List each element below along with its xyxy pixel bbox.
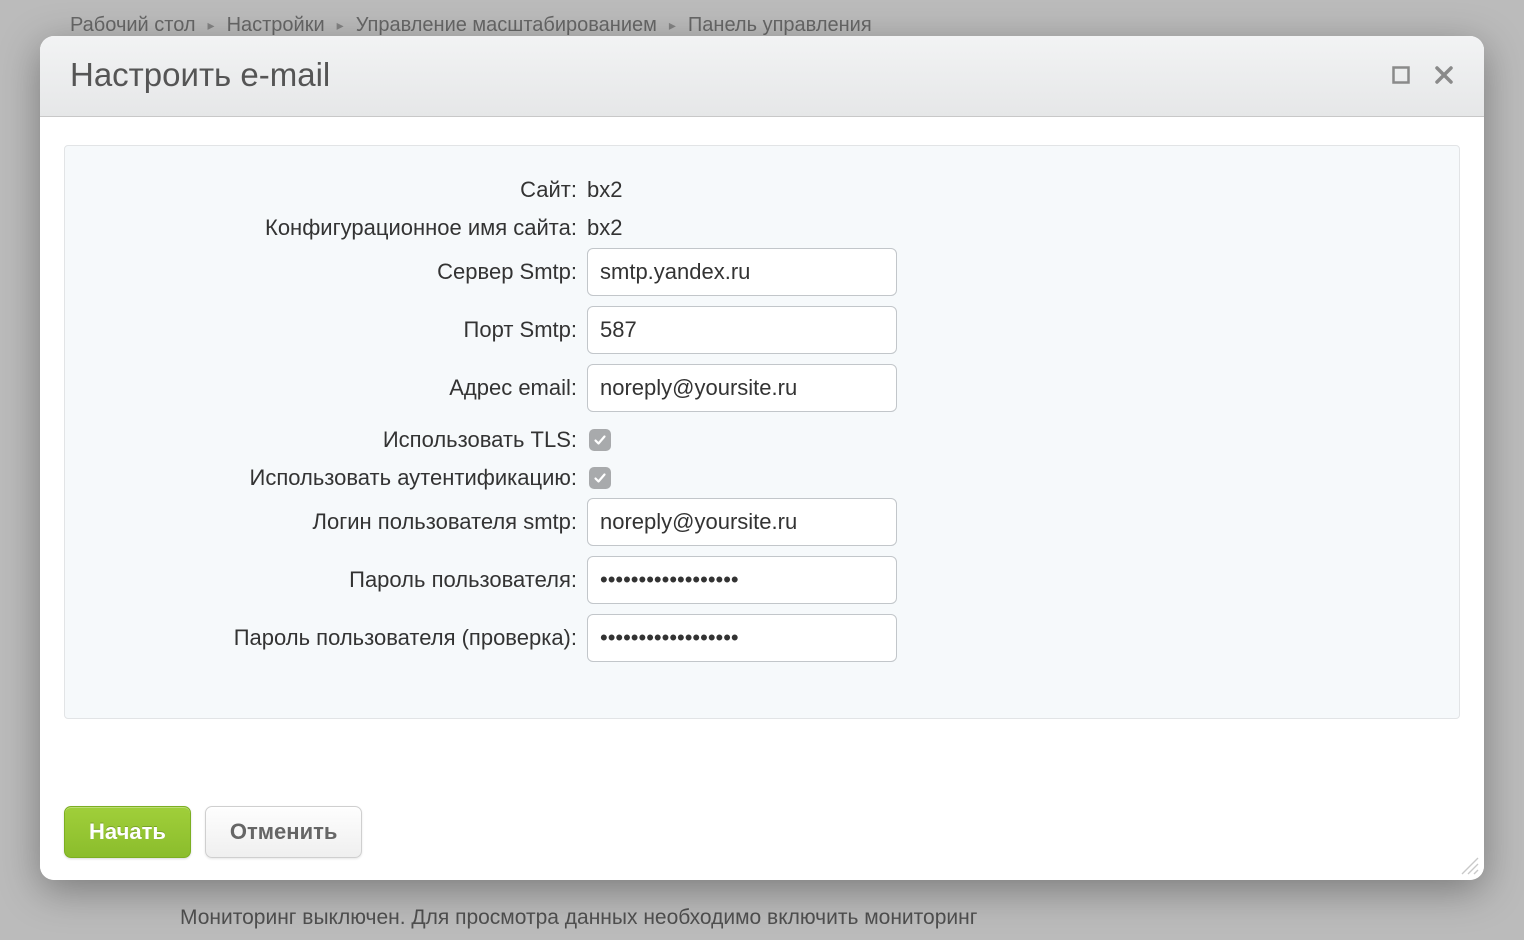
- label-site: Сайт:: [89, 176, 587, 205]
- password-input[interactable]: [587, 556, 897, 604]
- label-smtp-login: Логин пользователя smtp:: [89, 508, 587, 537]
- modal-window-controls: [1392, 65, 1454, 85]
- row-password-confirm: Пароль пользователя (проверка):: [89, 614, 1435, 662]
- cancel-button[interactable]: Отменить: [205, 806, 363, 858]
- row-smtp-server: Сервер Smtp:: [89, 248, 1435, 296]
- maximize-icon[interactable]: [1392, 66, 1410, 84]
- value-site: bx2: [587, 177, 622, 203]
- modal-header: Настроить e-mail: [40, 36, 1484, 117]
- smtp-server-input[interactable]: [587, 248, 897, 296]
- label-use-tls: Использовать TLS:: [89, 426, 587, 455]
- label-password-confirm: Пароль пользователя (проверка):: [89, 624, 587, 653]
- row-password: Пароль пользователя:: [89, 556, 1435, 604]
- password-confirm-input[interactable]: [587, 614, 897, 662]
- row-site: Сайт: bx2: [89, 172, 1435, 208]
- label-email: Адрес email:: [89, 374, 587, 403]
- email-input[interactable]: [587, 364, 897, 412]
- modal-title: Настроить e-mail: [70, 56, 330, 94]
- row-use-auth: Использовать аутентификацию:: [89, 460, 1435, 496]
- label-smtp-port: Порт Smtp:: [89, 316, 587, 345]
- email-settings-modal: Настроить e-mail Сайт: bx2 Конфигурацион…: [40, 36, 1484, 880]
- label-smtp-server: Сервер Smtp:: [89, 258, 587, 287]
- label-password: Пароль пользователя:: [89, 566, 587, 595]
- modal-body: Сайт: bx2 Конфигурационное имя сайта: bx…: [40, 117, 1484, 788]
- row-config-name: Конфигурационное имя сайта: bx2: [89, 210, 1435, 246]
- smtp-login-input[interactable]: [587, 498, 897, 546]
- use-auth-checkbox[interactable]: [589, 467, 611, 489]
- close-icon[interactable]: [1434, 65, 1454, 85]
- row-use-tls: Использовать TLS:: [89, 422, 1435, 458]
- label-use-auth: Использовать аутентификацию:: [89, 464, 587, 493]
- start-button[interactable]: Начать: [64, 806, 191, 858]
- row-smtp-port: Порт Smtp:: [89, 306, 1435, 354]
- modal-footer: Начать Отменить: [40, 788, 1484, 880]
- label-config-name: Конфигурационное имя сайта:: [89, 214, 587, 243]
- use-tls-checkbox[interactable]: [589, 429, 611, 451]
- resize-handle-icon[interactable]: [1458, 854, 1480, 876]
- smtp-port-input[interactable]: [587, 306, 897, 354]
- row-email: Адрес email:: [89, 364, 1435, 412]
- row-smtp-login: Логин пользователя smtp:: [89, 498, 1435, 546]
- value-config-name: bx2: [587, 215, 622, 241]
- email-form-panel: Сайт: bx2 Конфигурационное имя сайта: bx…: [64, 145, 1460, 719]
